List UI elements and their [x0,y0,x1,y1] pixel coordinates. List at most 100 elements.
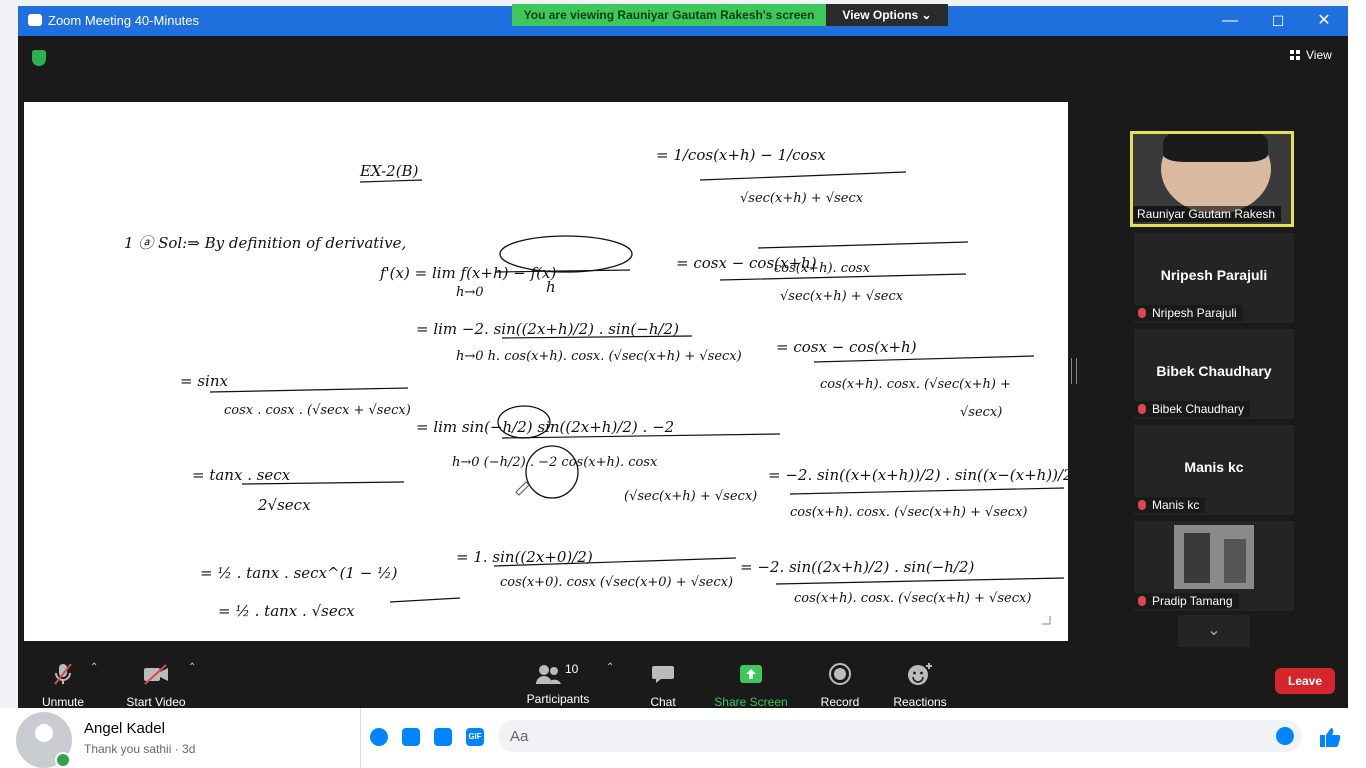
wb-fraction-bar [757,241,969,249]
wb-fraction-bar [699,171,907,181]
online-status-dot [55,752,71,768]
participant-name: Manis kc [1184,459,1244,475]
shared-screen-whiteboard: EX-2(B) 1 ⓐ Sol:⇒ By definition of deriv… [24,102,1068,641]
gif-icon[interactable]: GIF [466,728,484,746]
wb-right-3-den: cos(x+h). cosx. (√sec(x+h) + [820,377,1011,392]
reactions-label: Reactions [893,695,947,709]
wb-line-sol: 1 ⓐ Sol:⇒ By definition of derivative, [124,234,406,252]
handwriting-canvas: EX-2(B) 1 ⓐ Sol:⇒ By definition of deriv… [124,146,1068,625]
wb-step-4: = tanx . secx [192,466,291,484]
participant-tile[interactable]: Nripesh Parajuli Nripesh Parajuli [1134,233,1294,323]
muted-mic-icon [1138,404,1146,414]
wb-right-3: = cosx − cos(x+h) [776,338,917,356]
participants-count: 10 [565,662,579,676]
wb-step-5: = ½ . tanx . secx^(1 − ½) [200,564,398,582]
wb-fraction-bar [775,577,1065,585]
smiley-reaction-icon [908,663,932,685]
message-input[interactable]: Aa [498,720,1302,752]
thumbs-up-icon[interactable] [1319,726,1341,748]
meeting-toolbar: Unmute ⌃ Start Video ⌃ 10 Participants ⌃ [18,652,1348,709]
last-message-preview: Thank you sathii · 3d [84,742,196,756]
sticker-icon[interactable] [434,728,452,746]
zoom-meeting-window: Zoom Meeting 40-Minutes — ☐ ✕ You are vi… [18,4,1348,709]
start-video-button[interactable]: Start Video [116,662,196,709]
participant-label-text: Pradip Tamang [1152,594,1233,608]
panel-resize-handle[interactable] [1071,358,1077,384]
participants-icon-wrap: 10 [535,662,581,686]
start-video-label: Start Video [126,695,186,709]
chat-label: Chat [650,695,676,709]
wb-heading: EX-2(B) [359,162,419,180]
participant-name-label: Pradip Tamang [1134,593,1239,609]
leave-meeting-button[interactable]: Leave [1275,668,1335,694]
chat-button[interactable]: Chat [623,662,703,709]
wb-right-5-den: cos(x+0). cosx (√sec(x+0) + √secx) [500,575,733,590]
messenger-composer: GIF Aa [360,708,1366,768]
wb-right-1-den: √sec(x+h) + √secx [740,191,864,206]
wb-circle-annotation [525,445,579,499]
chat-bubble-icon [652,666,674,683]
pen-cursor-icon [515,481,530,496]
wb-right-2-den: √sec(x+h) + √secx [780,289,904,304]
participant-name-label: Rauniyar Gautam Rakesh [1133,206,1282,222]
participants-label: Participants [526,692,590,706]
unmute-label: Unmute [41,695,85,709]
record-icon [829,663,851,685]
messenger-background-right [1348,0,1366,768]
maximize-button[interactable]: ☐ [1267,10,1289,32]
add-attachment-icon[interactable] [370,728,388,746]
participants-button[interactable]: 10 Participants [518,662,598,706]
wb-limit-def-sub: h→0 [456,285,484,300]
wb-underline [359,179,423,183]
reactions-button[interactable]: Reactions [880,662,960,709]
view-options-button[interactable]: View Options ⌄ [826,4,948,26]
people-icon [536,665,561,684]
participant-tile[interactable]: Pradip Tamang [1134,521,1294,611]
wb-step-3: = lim sin(−h/2) sin((2x+h)/2) . −2 [416,418,674,436]
participant-tile-active-speaker[interactable]: Rauniyar Gautam Rakesh [1130,131,1294,227]
participants-options-caret[interactable]: ⌃ [606,662,614,673]
video-options-caret[interactable]: ⌃ [188,662,196,673]
viewing-screen-banner: You are viewing Rauniyar Gautam Rakesh's… [512,4,826,26]
wb-right-4: = −2. sin((x+(x+h))/2) . sin((x−(x+h))/2… [768,466,1068,484]
wb-right-6: = −2. sin((2x+h)/2) . sin(−h/2) [740,558,975,576]
messenger-background-left [0,0,18,768]
record-button[interactable]: Record [800,662,880,709]
participant-label-text: Manis kc [1152,498,1200,512]
muted-mic-icon [1138,596,1146,606]
view-label: View [1306,48,1332,62]
participant-tile[interactable]: Manis kc Manis kc [1134,425,1294,515]
muted-mic-icon [1138,500,1146,510]
wb-fraction-bar [813,355,1035,363]
wb-step-2-den: cosx . cosx . (√secx + √secx) [224,403,411,418]
participant-hair [1163,134,1268,162]
emoji-icon[interactable] [1276,727,1294,745]
wb-right-1: = 1/cos(x+h) − 1/cosx [656,146,826,164]
messenger-conversation-header[interactable]: Angel Kadel Thank you sathii · 3d [0,708,360,768]
audio-options-caret[interactable]: ⌃ [90,662,98,673]
window-title: Zoom Meeting 40-Minutes [48,13,200,28]
share-screen-label: Share Screen [714,695,788,709]
wb-result: = ½ . tanx . √secx [218,602,355,620]
share-screen-icon [740,665,762,683]
wb-step-2: = sinx [180,372,228,390]
close-button[interactable]: ✕ [1313,10,1335,32]
scroll-participants-down-button[interactable]: ⌄ [1178,615,1250,647]
wb-step-1-den: h→0 h. cos(x+h). cosx. (√sec(x+h) + √sec… [456,349,742,364]
security-shield-icon[interactable] [32,50,46,66]
share-screen-button[interactable]: Share Screen [711,662,791,709]
minimize-button[interactable]: — [1219,10,1241,32]
view-layout-button[interactable]: View [1290,48,1332,62]
photo-icon[interactable] [402,728,420,746]
participant-tile[interactable]: Bibek Chaudhary Bibek Chaudhary [1134,329,1294,419]
participant-video-shadow [1224,539,1246,583]
contact-name: Angel Kadel [84,720,165,737]
message-input-placeholder: Aa [510,728,529,745]
video-off-icon [144,664,168,685]
wb-right-4-den: cos(x+h). cosx. (√sec(x+h) + √secx) [790,505,1027,520]
participant-video-shadow [1184,533,1210,583]
participant-name-label: Bibek Chaudhary [1134,401,1251,417]
wb-limit-def-den: h [546,278,556,296]
wb-result-underline [389,597,461,603]
wb-fraction-bar [789,487,1065,495]
